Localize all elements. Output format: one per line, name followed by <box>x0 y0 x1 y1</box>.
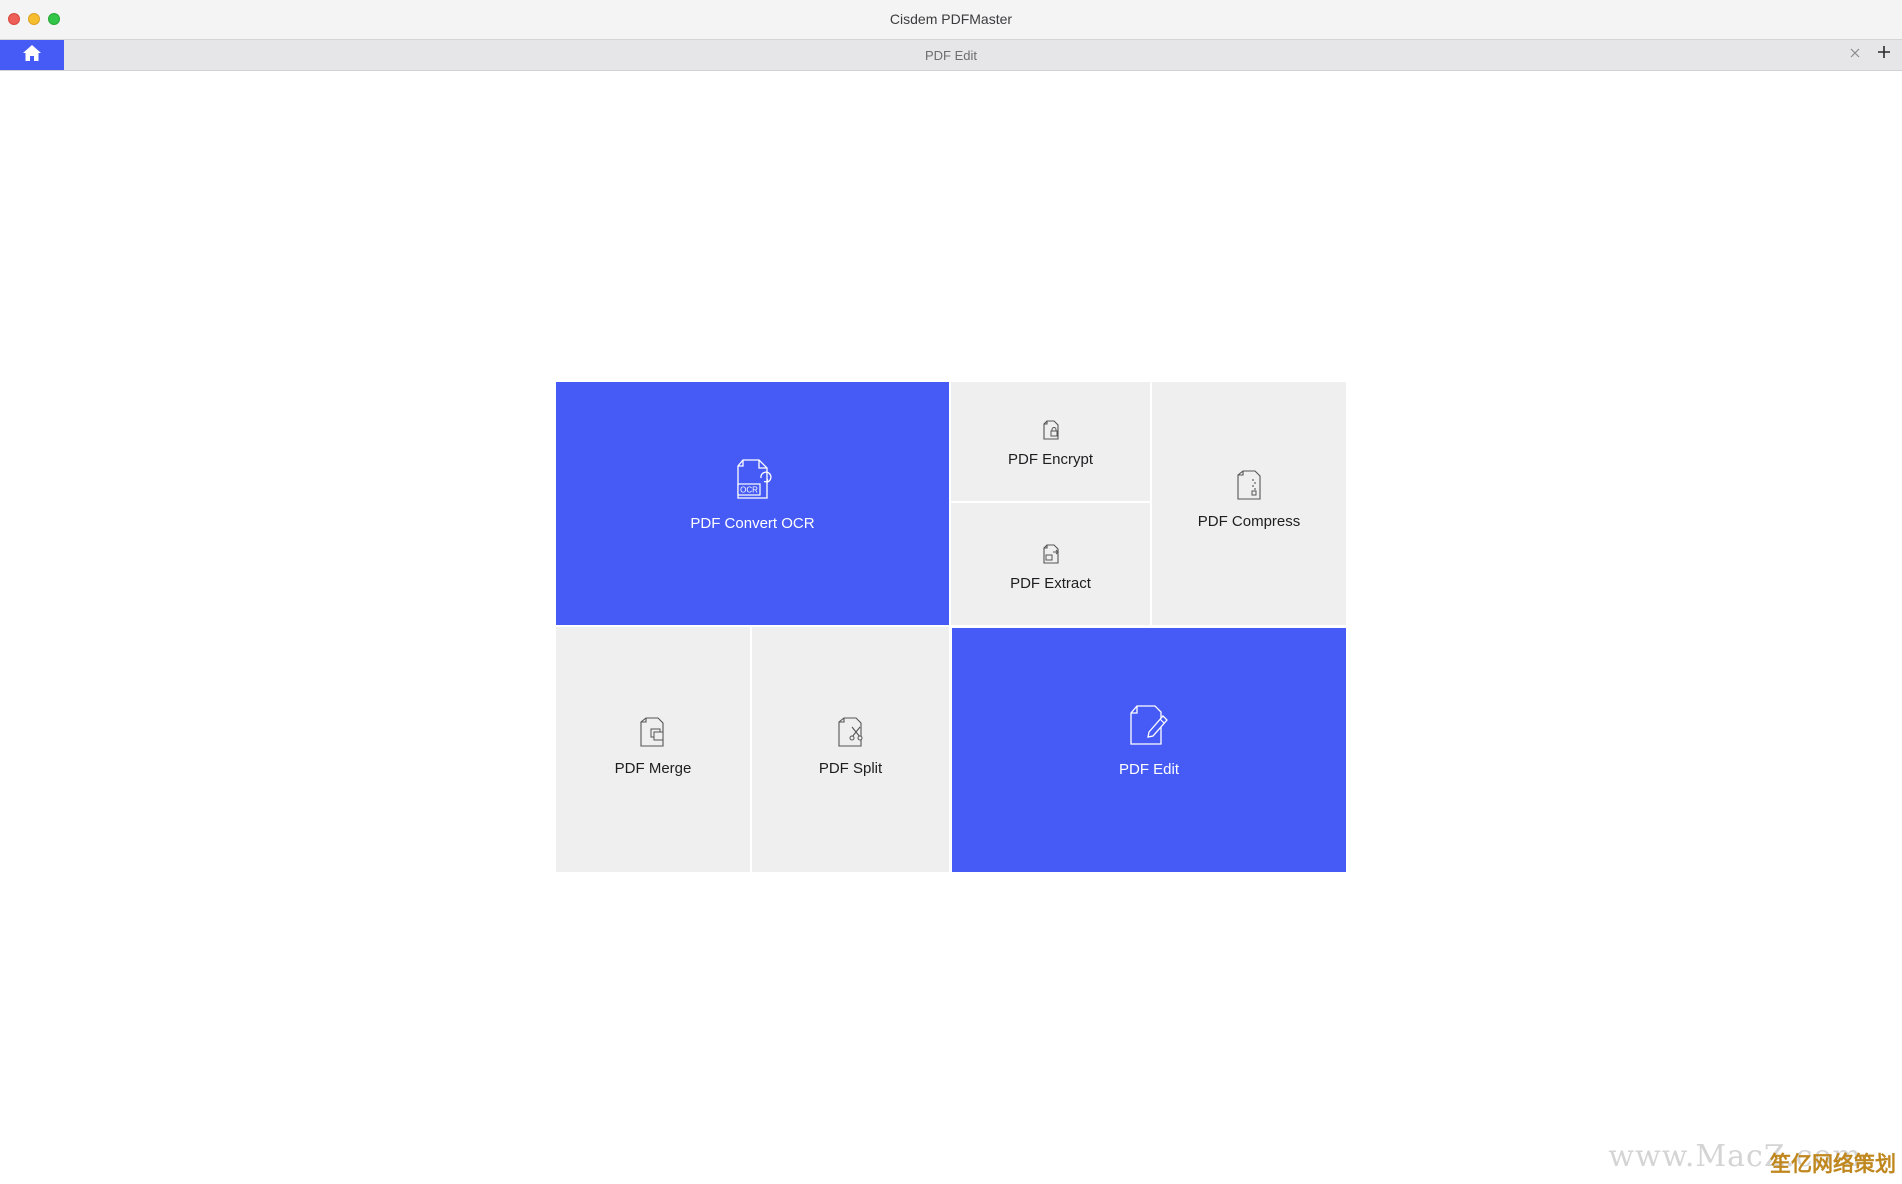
plus-icon <box>1877 45 1891 64</box>
pdf-compress-icon <box>1236 470 1262 505</box>
pdf-encrypt-label: PDF Encrypt <box>1007 451 1094 468</box>
tab-bar: PDF Edit <box>0 40 1902 71</box>
pdf-edit-icon <box>1127 704 1171 751</box>
watermark-cn: 笙亿网络策划 <box>1770 1152 1896 1176</box>
pdf-merge-label: PDF Merge <box>614 760 692 777</box>
window-title: Cisdem PDFMaster <box>889 11 1013 27</box>
pdf-extract-tile[interactable]: PDF Extract <box>951 503 1150 625</box>
pdf-ocr-icon: OCR <box>733 458 773 505</box>
ocr-icon-text: OCR <box>740 486 758 495</box>
pdf-convert-ocr-tile[interactable]: OCR PDF Convert OCR <box>556 382 949 625</box>
new-tab-button[interactable] <box>1874 44 1894 64</box>
pdf-compress-label: PDF Compress <box>1197 513 1301 530</box>
pdf-merge-icon <box>639 717 667 752</box>
title-bar: Cisdem PDFMaster <box>0 0 1902 40</box>
tab-close-button[interactable] <box>1846 45 1864 63</box>
pdf-compress-tile[interactable]: PDF Compress <box>1152 382 1346 625</box>
pdf-encrypt-tile[interactable]: PDF Encrypt <box>951 382 1150 501</box>
pdf-extract-label: PDF Extract <box>1010 575 1091 592</box>
pdf-split-icon <box>837 717 865 752</box>
pdf-split-tile[interactable]: PDF Split <box>752 627 949 872</box>
app-window: Cisdem PDFMaster PDF Edit OCR PDF Conver… <box>0 0 1902 1184</box>
pdf-edit-tile[interactable]: PDF Edit <box>952 628 1346 872</box>
pdf-convert-ocr-label: PDF Convert OCR <box>690 515 815 532</box>
pdf-edit-label: PDF Edit <box>1118 761 1179 778</box>
pdf-split-label: PDF Split <box>818 760 883 777</box>
tab-pdf-edit[interactable]: PDF Edit <box>0 48 1902 63</box>
pdf-encrypt-icon <box>1041 420 1061 445</box>
close-icon <box>1850 45 1860 63</box>
pdf-merge-tile[interactable]: PDF Merge <box>556 627 750 872</box>
pdf-extract-icon <box>1041 544 1061 569</box>
